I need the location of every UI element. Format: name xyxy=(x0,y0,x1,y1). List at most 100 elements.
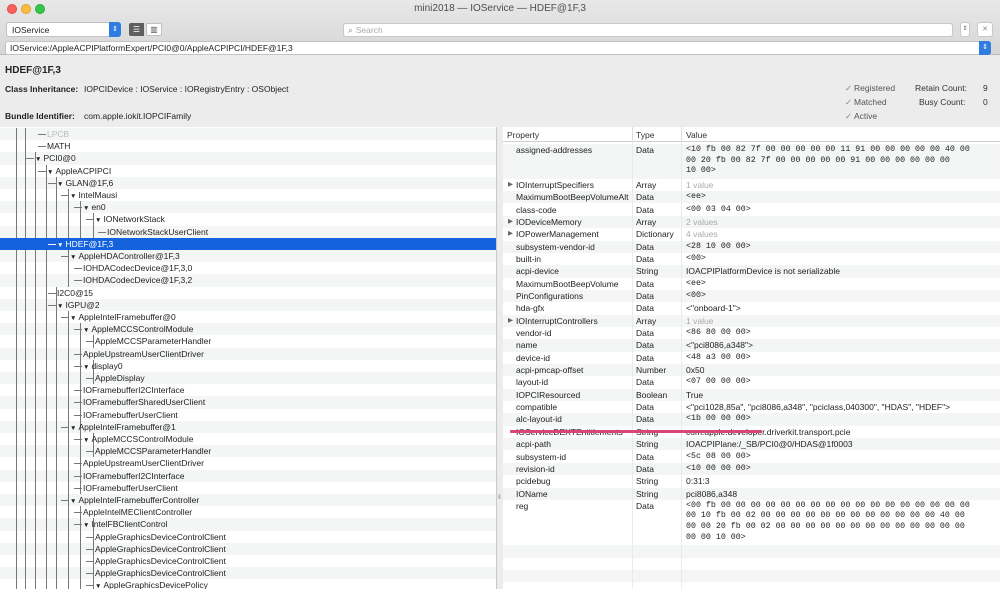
disclosure-triangle-icon[interactable]: ▼ xyxy=(95,583,101,589)
property-row[interactable]: ▶ IOInterruptControllers Array 1 value xyxy=(503,314,1000,327)
disclosure-triangle-icon[interactable]: ▶ xyxy=(508,180,513,188)
tree-node[interactable]: ▼ AppleMCCSControlModule xyxy=(0,323,496,335)
tree-node[interactable]: ▼ en0 xyxy=(0,201,496,213)
property-row[interactable]: device-id Data <48 a3 00 00> xyxy=(503,351,1000,365)
property-row[interactable]: IOPCIResourced Boolean True xyxy=(503,388,1000,402)
tree-view-button[interactable]: ☰ xyxy=(129,23,144,36)
tree-node[interactable]: ▼ IntelFBClientControl xyxy=(0,518,496,530)
disclosure-triangle-icon[interactable]: ▼ xyxy=(57,242,63,249)
disclosure-triangle-icon[interactable]: ▼ xyxy=(70,254,76,261)
disclosure-triangle-icon[interactable]: ▼ xyxy=(70,315,76,322)
property-row[interactable]: PinConfigurations Data <00> xyxy=(503,289,1000,303)
tree-node[interactable]: AppleGraphicsDeviceControlClient xyxy=(0,567,496,579)
tree-node[interactable]: ▼ AppleIntelFramebufferController xyxy=(0,494,496,506)
tree-node[interactable]: IOFramebufferI2CInterface xyxy=(0,470,496,482)
disclosure-triangle-icon[interactable]: ▼ xyxy=(70,193,76,200)
tree-node[interactable]: ▼ AppleHDAController@1F,3 xyxy=(0,250,496,262)
property-row[interactable]: acpi-path String IOACPIPlane:/_SB/PCI0@0/H… xyxy=(503,438,1000,451)
tree-node[interactable]: AppleGraphicsDeviceControlClient xyxy=(0,543,496,555)
tree-node[interactable]: ▼ HDEF@1F,3 xyxy=(0,237,496,250)
tree-node[interactable]: AppleMCCSParameterHandler xyxy=(0,335,496,347)
search-options-stepper[interactable]: ⇕ xyxy=(960,22,970,37)
disclosure-triangle-icon[interactable]: ▼ xyxy=(57,303,63,310)
disclosure-triangle-icon[interactable]: ▼ xyxy=(70,425,76,432)
disclosure-triangle-icon[interactable]: ▼ xyxy=(83,437,89,444)
property-row[interactable]: ▶ IOPowerManagement Dictionary 4 values xyxy=(503,228,1000,241)
tree-node[interactable]: AppleGraphicsDeviceControlClient xyxy=(0,555,496,567)
tree-node[interactable]: IOHDACodecDevice@1F,3,0 xyxy=(0,262,496,274)
tree-node[interactable]: IOFramebufferUserClient xyxy=(0,409,496,421)
tree-node[interactable]: ▼ AppleIntelFramebuffer@1 xyxy=(0,421,496,433)
disclosure-triangle-icon[interactable]: ▼ xyxy=(83,522,89,529)
tree-node[interactable]: ▼ IntelMausi xyxy=(0,189,496,201)
tree-node[interactable]: ▼ IGPU@2 xyxy=(0,299,496,311)
property-row[interactable]: class-code Data <00 03 04 00> xyxy=(503,203,1000,216)
tree-node[interactable]: IONetworkStackUserClient xyxy=(0,226,496,238)
tree-node[interactable]: ▼ PCI0@0 xyxy=(0,152,496,164)
column-view-button[interactable]: ▥ xyxy=(146,23,162,36)
tree-node[interactable]: IOHDACodecDevice@1F,3,2 xyxy=(0,274,496,286)
disclosure-triangle-icon[interactable]: ▼ xyxy=(83,327,89,334)
tree-node[interactable]: ▼ IONetworkStack xyxy=(0,213,496,225)
tree-node[interactable]: IOFramebufferSharedUserClient xyxy=(0,396,496,408)
property-row[interactable]: MaximumBootBeepVolumeAlt Data <ee> xyxy=(503,191,1000,204)
tree-node[interactable]: AppleMCCSParameterHandler xyxy=(0,445,496,457)
plane-select[interactable]: IOService ⇕ xyxy=(6,22,121,37)
column-divider[interactable] xyxy=(681,127,682,142)
property-row[interactable]: vendor-id Data <86 80 00 00> xyxy=(503,327,1000,340)
tree-node[interactable]: ▼ AppleMCCSControlModule xyxy=(0,433,496,445)
property-row[interactable]: IOName String pci8086,a348 xyxy=(503,487,1000,500)
registry-path-field[interactable]: IOService:/AppleACPIPlatformExpert/PCI0@… xyxy=(5,41,991,55)
disclosure-triangle-icon[interactable]: ▶ xyxy=(508,217,513,225)
tree-node[interactable]: ▼ AppleGraphicsDevicePolicy xyxy=(0,579,496,589)
search-clear-button[interactable]: ✕ xyxy=(977,22,993,37)
tree-node[interactable]: AppleGraphicsDeviceControlClient xyxy=(0,531,496,543)
property-row[interactable]: alc-layout-id Data <1b 00 00 00> xyxy=(503,413,1000,426)
disclosure-triangle-icon[interactable]: ▶ xyxy=(508,316,513,324)
tree-node[interactable]: AppleUpstreamUserClientDriver xyxy=(0,348,496,360)
column-header-type[interactable]: Type xyxy=(636,130,654,140)
property-row[interactable]: revision-id Data <10 00 00 00> xyxy=(503,462,1000,476)
tree-node[interactable]: ▼ display0 xyxy=(0,360,496,372)
disclosure-triangle-icon[interactable]: ▼ xyxy=(57,181,63,188)
property-row[interactable]: compatible Data <"pci1028,85a", "pci8086,a… xyxy=(503,401,1000,414)
property-row[interactable]: acpi-device String IOACPIPlatformDevice is… xyxy=(503,265,1000,278)
property-row[interactable]: MaximumBootBeepVolume Data <ee> xyxy=(503,277,1000,290)
property-row[interactable]: layout-id Data <07 00 00 00> xyxy=(503,376,1000,389)
disclosure-triangle-icon[interactable]: ▼ xyxy=(35,156,41,163)
column-divider[interactable] xyxy=(632,127,633,142)
disclosure-triangle-icon[interactable]: ▼ xyxy=(83,205,89,212)
tree-node[interactable]: I2C0@15 xyxy=(0,287,496,299)
property-table[interactable]: Property Type Value assigned-addresses Da… xyxy=(503,127,1000,589)
property-row[interactable]: hda-gfx Data <"onboard-1"> xyxy=(503,302,1000,315)
property-row[interactable]: reg Data <00 fb 00 00 00 00 00 00 00 00 00… xyxy=(503,499,1000,546)
tree-node[interactable]: AppleUpstreamUserClientDriver xyxy=(0,457,496,469)
tree-node[interactable]: ▼ GLAN@1F,6 xyxy=(0,177,496,189)
property-row[interactable]: built-in Data <00> xyxy=(503,252,1000,266)
disclosure-triangle-icon[interactable]: ▶ xyxy=(508,229,513,237)
tree-node[interactable]: IOFramebufferI2CInterface xyxy=(0,384,496,396)
tree-node[interactable]: ▼ AppleACPIPCI xyxy=(0,165,496,177)
tree-node[interactable]: IOFramebufferUserClient xyxy=(0,482,496,494)
tree-node[interactable]: LPCB xyxy=(0,128,496,140)
property-row[interactable]: subsystem-vendor-id Data <28 10 00 00> xyxy=(503,240,1000,253)
tree-node[interactable]: AppleIntelMEClientController xyxy=(0,506,496,518)
property-row[interactable]: ▶ IOInterruptSpecifiers Array 1 value xyxy=(503,178,1000,192)
column-header-value[interactable]: Value xyxy=(686,130,707,140)
registry-tree[interactable]: LPCB MATH ▼ PCI0@0 ▼ AppleACPIPCI ▼ GLAN@1F,6 ▼ I… xyxy=(0,127,497,589)
tree-node[interactable]: MATH xyxy=(0,140,496,152)
disclosure-triangle-icon[interactable]: ▼ xyxy=(95,217,101,224)
property-row[interactable]: acpi-pmcap-offset Number 0x50 xyxy=(503,364,1000,377)
property-row[interactable]: pcidebug String 0:31:3 xyxy=(503,475,1000,488)
column-header-property[interactable]: Property xyxy=(507,130,539,140)
property-row[interactable]: assigned-addresses Data <10 fb 00 82 7f 00… xyxy=(503,144,1000,179)
disclosure-triangle-icon[interactable]: ▼ xyxy=(47,169,53,176)
property-row[interactable]: ▶ IODeviceMemory Array 2 values xyxy=(503,215,1000,229)
property-row[interactable]: subsystem-id Data <5c 08 00 00> xyxy=(503,450,1000,463)
search-field[interactable]: ⌕ Search xyxy=(343,23,953,37)
tree-node[interactable]: AppleDisplay xyxy=(0,372,496,384)
disclosure-triangle-icon[interactable]: ▼ xyxy=(83,364,89,371)
tree-node[interactable]: ▼ AppleIntelFramebuffer@0 xyxy=(0,311,496,323)
property-row[interactable]: name Data <"pci8086,a348"> xyxy=(503,339,1000,352)
disclosure-triangle-icon[interactable]: ▼ xyxy=(70,498,76,505)
